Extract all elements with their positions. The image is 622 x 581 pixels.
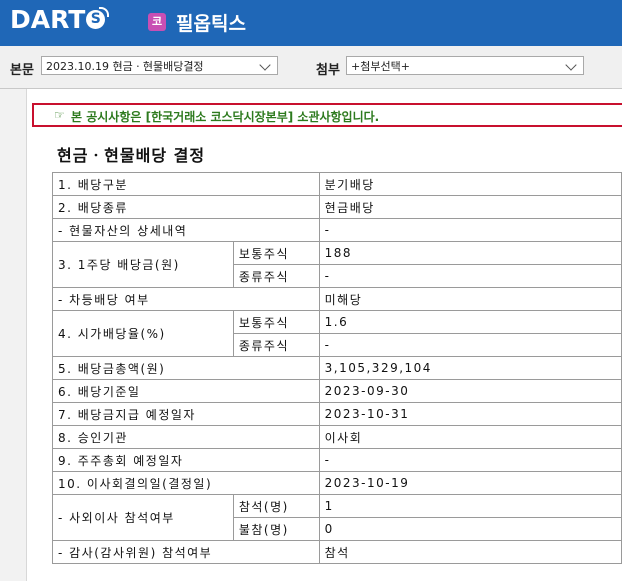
- company-name: 필옵틱스: [176, 13, 246, 35]
- jurisdiction-notice: ☞ 본 공시사항은 [한국거래소 코스닥시장본부] 소관사항입니다.: [32, 103, 622, 127]
- row-value: -: [318, 333, 622, 357]
- main-doc-select-value: 2023.10.19 현금ㆍ현물배당결정: [46, 60, 204, 73]
- row-sublabel: 보통주식: [232, 241, 320, 265]
- row-label: 4. 시가배당율(%): [52, 310, 234, 357]
- row-value: 2023-09-30: [318, 379, 622, 403]
- row-label: - 사외이사 참석여부: [52, 494, 234, 541]
- row-value: 2023-10-19: [318, 471, 622, 495]
- chevron-down-icon: [259, 59, 271, 71]
- row-sublabel: 보통주식: [232, 310, 320, 334]
- row-sublabel: 종류주식: [232, 333, 320, 357]
- pointing-hand-icon: ☞: [54, 108, 65, 122]
- logo-text: DART: [10, 4, 86, 34]
- chevron-down-icon: [565, 59, 577, 71]
- document-title: 현금ㆍ현물배당 결정: [57, 146, 206, 165]
- row-sublabel: 참석(명): [232, 494, 320, 518]
- row-value: 이사회: [318, 425, 622, 449]
- logo-mark-icon: S: [86, 6, 110, 29]
- left-margin: [0, 89, 27, 581]
- row-value: -: [318, 264, 622, 288]
- row-label: - 현물자산의 상세내역: [52, 218, 320, 242]
- attachment-select-value: +첨부선택+: [351, 60, 410, 73]
- row-value: 1: [318, 494, 622, 518]
- row-label: 8. 승인기관: [52, 425, 320, 449]
- row-label: 6. 배당기준일: [52, 379, 320, 403]
- row-value: 분기배당: [318, 172, 622, 196]
- row-value: 미해당: [318, 287, 622, 311]
- table-row: - 감사(감사위원) 참석여부 참석: [52, 540, 622, 564]
- row-sublabel: 종류주식: [232, 264, 320, 288]
- row-value: -: [318, 218, 622, 242]
- row-value: 1.6: [318, 310, 622, 334]
- attachment-select[interactable]: +첨부선택+: [346, 56, 584, 75]
- table-row: 2. 배당종류 현금배당: [52, 195, 622, 219]
- dividend-info-table: 1. 배당구분 분기배당 2. 배당종류 현금배당 - 현물자산의 상세내역 -…: [52, 172, 622, 564]
- row-label: 9. 주주총회 예정일자: [52, 448, 320, 472]
- table-row: - 차등배당 여부 미해당: [52, 287, 622, 311]
- row-value: 3,105,329,104: [318, 356, 622, 380]
- table-row: 9. 주주총회 예정일자 -: [52, 448, 622, 472]
- table-row: 6. 배당기준일 2023-09-30: [52, 379, 622, 403]
- app-header: DART S 코 필옵틱스: [0, 0, 622, 46]
- row-label: - 차등배당 여부: [52, 287, 320, 311]
- row-value: 현금배당: [318, 195, 622, 219]
- attachment-label: 첨부: [316, 63, 340, 78]
- table-row: 8. 승인기관 이사회: [52, 425, 622, 449]
- row-label: 10. 이사회결의일(결정일): [52, 471, 320, 495]
- table-row: 5. 배당금총액(원) 3,105,329,104: [52, 356, 622, 380]
- main-doc-label: 본문: [10, 63, 34, 78]
- table-row: 1. 배당구분 분기배당: [52, 172, 622, 196]
- table-row: - 사외이사 참석여부 참석(명) 1: [52, 494, 622, 541]
- row-value: 0: [318, 517, 622, 541]
- table-row: 7. 배당금지급 예정일자 2023-10-31: [52, 402, 622, 426]
- row-label: - 감사(감사위원) 참석여부: [52, 540, 320, 564]
- kosdaq-market-badge: 코: [148, 13, 166, 31]
- report-toolbar: 본문 2023.10.19 현금ㆍ현물배당결정 첨부 +첨부선택+: [0, 46, 622, 89]
- table-row: - 현물자산의 상세내역 -: [52, 218, 622, 242]
- row-label: 3. 1주당 배당금(원): [52, 241, 234, 288]
- row-value: 참석: [318, 540, 622, 564]
- row-value: 2023-10-31: [318, 402, 622, 426]
- dart-logo[interactable]: DART S: [10, 4, 110, 34]
- row-label: 1. 배당구분: [52, 172, 320, 196]
- row-label: 7. 배당금지급 예정일자: [52, 402, 320, 426]
- main-doc-select[interactable]: 2023.10.19 현금ㆍ현물배당결정: [41, 56, 278, 75]
- table-row: 10. 이사회결의일(결정일) 2023-10-19: [52, 471, 622, 495]
- row-value: -: [318, 448, 622, 472]
- table-row: 3. 1주당 배당금(원) 보통주식 188: [52, 241, 622, 288]
- row-label: 2. 배당종류: [52, 195, 320, 219]
- row-label: 5. 배당금총액(원): [52, 356, 320, 380]
- row-value: 188: [318, 241, 622, 265]
- table-row: 4. 시가배당율(%) 보통주식 1.6: [52, 310, 622, 357]
- row-sublabel: 불참(명): [232, 517, 320, 541]
- notice-text: 본 공시사항은 [한국거래소 코스닥시장본부] 소관사항입니다.: [71, 110, 380, 124]
